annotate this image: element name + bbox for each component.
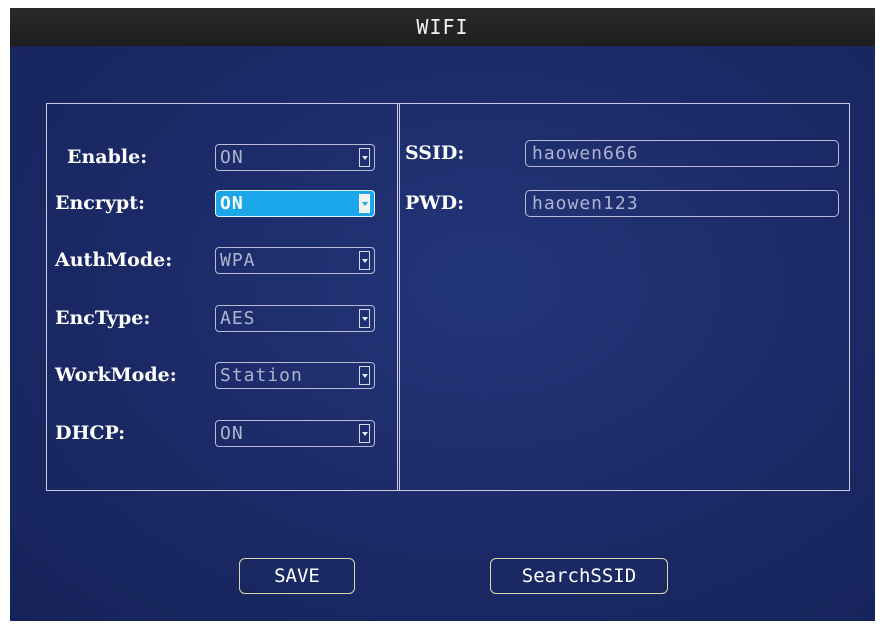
enctype-label: EncType:	[55, 307, 151, 329]
ssid-value: haowen666	[532, 143, 639, 164]
encrypt-select[interactable]: ON	[215, 190, 375, 217]
ssid-input[interactable]: haowen666	[525, 140, 839, 167]
dhcp-value: ON	[220, 423, 244, 444]
dropdown-arrow-icon[interactable]	[359, 251, 370, 270]
workmode-select[interactable]: Station	[215, 362, 375, 389]
wifi-settings-screen: WIFI Enable: ON Encrypt: ON AuthMode: WP…	[10, 8, 875, 621]
dropdown-arrow-icon[interactable]	[359, 424, 370, 443]
dropdown-arrow-icon[interactable]	[359, 366, 370, 385]
ssid-label: SSID:	[405, 142, 465, 164]
panel-divider	[397, 104, 400, 490]
dhcp-select[interactable]: ON	[215, 420, 375, 447]
dropdown-arrow-icon[interactable]	[359, 194, 370, 213]
encrypt-value: ON	[220, 193, 244, 214]
pwd-value: haowen123	[532, 193, 639, 214]
authmode-value: WPA	[220, 250, 256, 271]
authmode-row: AuthMode: WPA	[47, 245, 397, 275]
ssid-row: SSID: haowen666	[405, 138, 845, 168]
encrypt-row: Encrypt: ON	[47, 188, 397, 218]
workmode-label: WorkMode:	[55, 364, 177, 386]
search-ssid-button[interactable]: SearchSSID	[490, 558, 668, 594]
workmode-row: WorkMode: Station	[47, 360, 397, 390]
dhcp-label: DHCP:	[55, 422, 126, 444]
encrypt-label: Encrypt:	[55, 192, 145, 214]
enable-row: Enable: ON	[47, 142, 397, 172]
window-title: WIFI	[10, 8, 875, 46]
pwd-row: PWD: haowen123	[405, 188, 845, 218]
enctype-row: EncType: AES	[47, 303, 397, 333]
authmode-label: AuthMode:	[55, 249, 173, 271]
save-button[interactable]: SAVE	[239, 558, 355, 594]
dhcp-row: DHCP: ON	[47, 418, 397, 448]
enctype-value: AES	[220, 308, 256, 329]
dropdown-arrow-icon[interactable]	[359, 309, 370, 328]
enable-value: ON	[220, 147, 244, 168]
pwd-label: PWD:	[405, 192, 465, 214]
enctype-select[interactable]: AES	[215, 305, 375, 332]
dropdown-arrow-icon[interactable]	[359, 148, 370, 167]
enable-select[interactable]: ON	[215, 144, 375, 171]
workmode-value: Station	[220, 365, 303, 386]
settings-panel: Enable: ON Encrypt: ON AuthMode: WPA Enc…	[46, 103, 850, 491]
authmode-select[interactable]: WPA	[215, 247, 375, 274]
pwd-input[interactable]: haowen123	[525, 190, 839, 217]
enable-label: Enable:	[67, 146, 148, 168]
